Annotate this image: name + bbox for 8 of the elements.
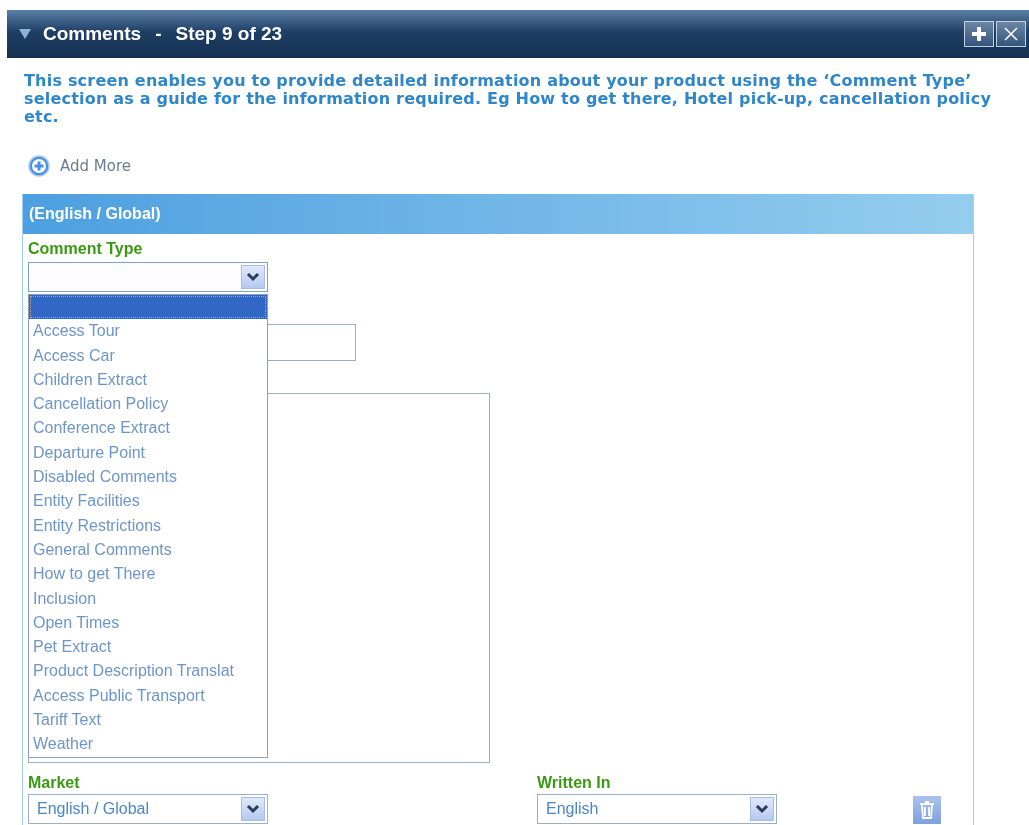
title-separator: - (155, 23, 162, 45)
description-text: This screen enables you to provide detailed information about your product using the ‘Comment Type’ selection as a guide for the information required. Eg How to get there, Hotel pick-up, cancellation policy etc. (24, 72, 993, 126)
step-counter: Step 9 of 23 (175, 23, 283, 45)
field-label: Written In (537, 773, 612, 793)
panel-title: (English / Global) (29, 205, 161, 223)
field-label: Market (28, 773, 81, 793)
field-label: Comment Type (28, 239, 144, 259)
window-title: Comments (43, 23, 142, 45)
